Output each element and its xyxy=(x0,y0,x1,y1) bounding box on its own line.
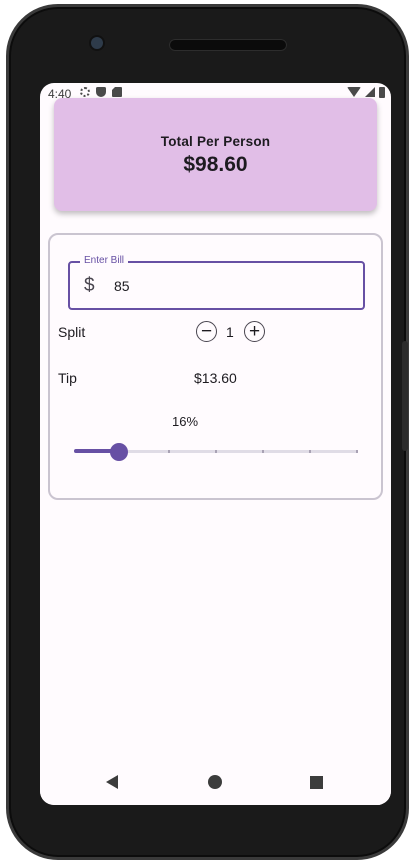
front-camera xyxy=(91,37,103,49)
slider-tick xyxy=(168,450,170,453)
earpiece-speaker xyxy=(169,39,287,51)
tip-percent-label: 16% xyxy=(172,414,199,429)
split-label: Split xyxy=(58,324,86,340)
bill-form-card: Enter Bill $ Split − 1 + Tip $13.60 16% xyxy=(48,233,383,500)
phone-frame: 4:40 Total Per Person $98.60 Enter Bill … xyxy=(6,4,409,860)
tip-label: Tip xyxy=(58,370,77,386)
shield-icon xyxy=(96,87,106,97)
dollar-icon: $ xyxy=(84,275,95,296)
bill-input-label: Enter Bill xyxy=(80,255,129,266)
wifi-icon xyxy=(347,87,361,97)
back-icon[interactable] xyxy=(106,775,118,789)
bill-input-field[interactable]: Enter Bill $ xyxy=(68,255,365,310)
recents-icon[interactable] xyxy=(310,776,323,789)
split-count: 1 xyxy=(226,324,234,340)
status-left-icons xyxy=(80,87,122,97)
slider-thumb[interactable] xyxy=(110,443,128,461)
gear-icon xyxy=(80,87,90,97)
total-label: Total Per Person xyxy=(160,134,271,149)
bill-input[interactable] xyxy=(114,278,344,294)
tip-amount: $13.60 xyxy=(194,370,237,386)
system-navigation-bar xyxy=(40,759,391,805)
home-icon[interactable] xyxy=(208,775,222,789)
plus-icon: + xyxy=(248,321,261,342)
total-amount: $98.60 xyxy=(183,153,248,176)
status-right-icons xyxy=(347,87,385,98)
power-button xyxy=(402,341,408,451)
slider-tick xyxy=(215,450,217,453)
signal-icon xyxy=(365,87,375,97)
increase-split-button[interactable]: + xyxy=(244,321,265,342)
tip-slider[interactable] xyxy=(74,443,358,461)
slider-tick xyxy=(262,450,264,453)
minus-icon: − xyxy=(200,321,213,342)
app-screen: 4:40 Total Per Person $98.60 Enter Bill … xyxy=(40,83,391,805)
sd-card-icon xyxy=(112,87,122,97)
total-per-person-card: Total Per Person $98.60 xyxy=(54,98,377,211)
slider-tick xyxy=(356,450,358,453)
decrease-split-button[interactable]: − xyxy=(196,321,217,342)
slider-tick xyxy=(309,450,311,453)
battery-icon xyxy=(379,87,385,98)
